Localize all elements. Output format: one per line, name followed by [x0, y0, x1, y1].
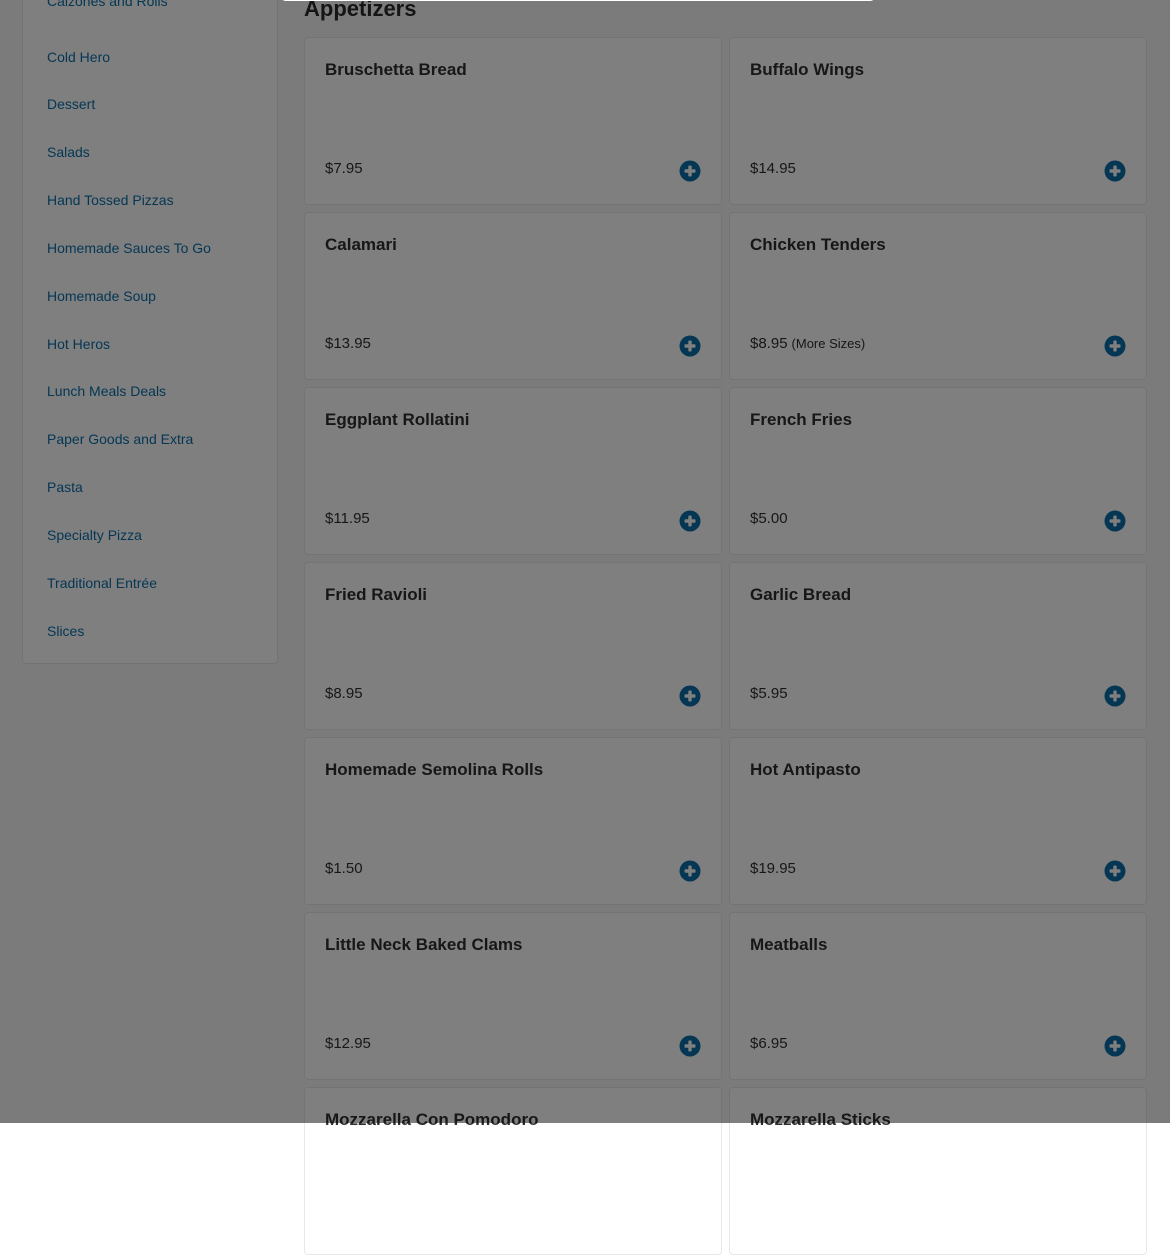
menu-item-name: Buffalo Wings	[750, 60, 865, 79]
menu-item-price: $12.95	[325, 1035, 375, 1052]
menu-item-name: Mozzarella Sticks	[750, 1110, 891, 1129]
menu-item-card[interactable]: Meatballs $6.95	[729, 912, 1147, 1080]
more-sizes-label: (More Sizes)	[791, 336, 866, 351]
plus-circle-icon[interactable]	[679, 685, 701, 707]
menu-item-name: Garlic Bread	[750, 585, 852, 604]
sidebar-item-calzones-and-rolls[interactable]: Calzones and Rolls	[47, 0, 168, 9]
menu-page: Calzones and Rolls Cold Hero Dessert Sal…	[0, 0, 1170, 1255]
sidebar-item-homemade-soup[interactable]: Homemade Soup	[47, 288, 156, 304]
menu-item-card[interactable]: Chicken Tenders $8.95 (More Sizes)	[729, 212, 1147, 380]
menu-item-name: Calamari	[325, 235, 397, 254]
section-title: Appetizers	[304, 0, 417, 21]
plus-circle-icon[interactable]	[1104, 335, 1126, 357]
price-value: $19.95	[750, 860, 796, 877]
modal-dialog-edge[interactable]	[280, 0, 876, 1]
plus-circle-icon[interactable]	[1104, 685, 1126, 707]
menu-item-card[interactable]: Homemade Semolina Rolls $1.50	[304, 737, 722, 905]
menu-item-name: Bruschetta Bread	[325, 60, 467, 79]
menu-item-price: $14.95	[750, 160, 800, 177]
sidebar-item-specialty-pizza[interactable]: Specialty Pizza	[47, 527, 142, 543]
price-value: $1.50	[325, 860, 363, 877]
menu-item-price: $19.95	[750, 860, 800, 877]
menu-item-name: Chicken Tenders	[750, 235, 886, 254]
sidebar-item-pasta[interactable]: Pasta	[47, 479, 83, 495]
sidebar-item-traditional-entree[interactable]: Traditional Entrée	[47, 575, 157, 591]
price-value: $6.95	[750, 1035, 788, 1052]
sidebar-item-dessert[interactable]: Dessert	[47, 96, 95, 112]
menu-item-card[interactable]: Buffalo Wings $14.95	[729, 37, 1147, 205]
menu-item-card[interactable]: Eggplant Rollatini $11.95	[304, 387, 722, 555]
menu-item-card[interactable]: Fried Ravioli $8.95	[304, 562, 722, 730]
price-value: $5.00	[750, 510, 788, 527]
sidebar-item-paper-goods[interactable]: Paper Goods and Extra	[47, 431, 193, 447]
menu-item-name: Fried Ravioli	[325, 585, 428, 604]
plus-circle-icon[interactable]	[679, 510, 701, 532]
menu-item-price: $8.95 (More Sizes)	[750, 335, 865, 352]
menu-item-card[interactable]: Mozzarella Con Pomodoro	[304, 1087, 722, 1255]
menu-item-card[interactable]: French Fries $5.00	[729, 387, 1147, 555]
plus-circle-icon[interactable]	[1104, 1035, 1126, 1057]
menu-item-price: $8.95	[325, 685, 367, 702]
menu-item-price: $5.95	[750, 685, 792, 702]
menu-item-card[interactable]: Calamari $13.95	[304, 212, 722, 380]
menu-item-price: $7.95	[325, 160, 367, 177]
menu-item-card[interactable]: Garlic Bread $5.95	[729, 562, 1147, 730]
plus-circle-icon[interactable]	[1104, 160, 1126, 182]
menu-item-name: Eggplant Rollatini	[325, 410, 470, 429]
plus-circle-icon[interactable]	[679, 160, 701, 182]
price-value: $14.95	[750, 160, 796, 177]
menu-item-name: Homemade Semolina Rolls	[325, 760, 544, 779]
menu-item-name: French Fries	[750, 410, 853, 429]
menu-item-name: Little Neck Baked Clams	[325, 935, 523, 954]
menu-item-price: $13.95	[325, 335, 375, 352]
menu-item-price: $11.95	[325, 510, 374, 527]
sidebar-item-hot-heros[interactable]: Hot Heros	[47, 336, 110, 352]
sidebar-item-homemade-sauces[interactable]: Homemade Sauces To Go	[47, 240, 211, 256]
sidebar-item-lunch-meals-deals[interactable]: Lunch Meals Deals	[47, 383, 166, 399]
price-value: $8.95	[325, 685, 363, 702]
plus-circle-icon[interactable]	[1104, 860, 1126, 882]
price-value: $5.95	[750, 685, 788, 702]
plus-circle-icon[interactable]	[1104, 510, 1126, 532]
sidebar-item-hand-tossed-pizzas[interactable]: Hand Tossed Pizzas	[47, 192, 174, 208]
menu-item-card[interactable]: Hot Antipasto $19.95	[729, 737, 1147, 905]
menu-item-price: $1.50	[325, 860, 367, 877]
price-value: $7.95	[325, 160, 363, 177]
price-value: $12.95	[325, 1035, 371, 1052]
menu-item-name: Hot Antipasto	[750, 760, 861, 779]
menu-item-price: $5.00	[750, 510, 792, 527]
price-value: $13.95	[325, 335, 371, 352]
menu-item-name: Mozzarella Con Pomodoro	[325, 1110, 539, 1129]
sidebar-item-cold-hero[interactable]: Cold Hero	[47, 49, 110, 65]
plus-circle-icon[interactable]	[679, 335, 701, 357]
sidebar-item-slices[interactable]: Slices	[47, 623, 84, 639]
price-value: $11.95	[325, 510, 370, 527]
menu-item-card[interactable]: Bruschetta Bread $7.95	[304, 37, 722, 205]
menu-item-price: $6.95	[750, 1035, 792, 1052]
category-sidebar: Calzones and Rolls Cold Hero Dessert Sal…	[22, 0, 278, 664]
menu-item-card[interactable]: Mozzarella Sticks	[729, 1087, 1147, 1255]
price-value: $8.95	[750, 335, 788, 352]
menu-item-card[interactable]: Little Neck Baked Clams $12.95	[304, 912, 722, 1080]
menu-item-name: Meatballs	[750, 935, 828, 954]
plus-circle-icon[interactable]	[679, 860, 701, 882]
plus-circle-icon[interactable]	[679, 1035, 701, 1057]
sidebar-item-salads[interactable]: Salads	[47, 144, 90, 160]
